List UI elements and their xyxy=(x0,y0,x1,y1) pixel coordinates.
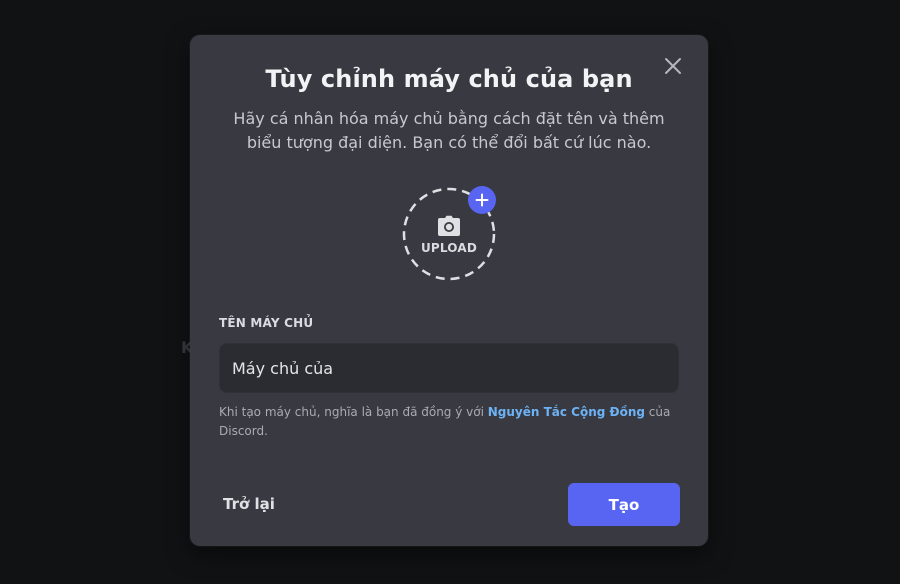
back-button[interactable]: Trở lại xyxy=(223,495,275,513)
create-button[interactable]: Tạo xyxy=(568,483,680,526)
community-guidelines-link[interactable]: Nguyên Tắc Cộng Đồng xyxy=(488,405,645,419)
camera-icon xyxy=(438,215,460,236)
terms-text: Khi tạo máy chủ, nghĩa là bạn đã đồng ý … xyxy=(219,403,679,441)
plus-badge[interactable] xyxy=(468,186,496,214)
server-name-input[interactable] xyxy=(219,343,679,393)
modal-title: Tùy chỉnh máy chủ của bạn xyxy=(265,65,633,93)
modal-subtitle: Hãy cá nhân hóa máy chủ bằng cách đặt tê… xyxy=(233,109,665,152)
server-name-label: TÊN MÁY CHỦ xyxy=(219,316,314,330)
upload-icon-button[interactable]: UPLOAD xyxy=(402,186,496,281)
customize-server-modal: Tùy chỉnh máy chủ của bạn Hãy cá nhân hó… xyxy=(190,35,708,546)
plus-icon xyxy=(475,193,489,207)
upload-label: UPLOAD xyxy=(420,241,478,255)
terms-prefix: Khi tạo máy chủ, nghĩa là bạn đã đồng ý … xyxy=(219,405,488,419)
